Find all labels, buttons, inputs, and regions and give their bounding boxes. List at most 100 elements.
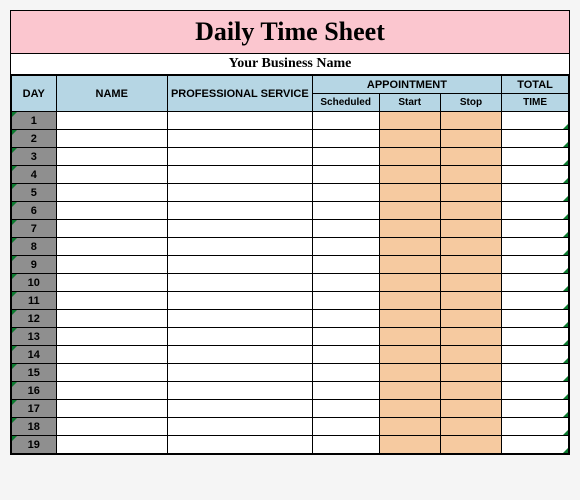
scheduled-cell[interactable] bbox=[312, 184, 379, 202]
professional-cell[interactable] bbox=[167, 328, 312, 346]
professional-cell[interactable] bbox=[167, 256, 312, 274]
professional-cell[interactable] bbox=[167, 238, 312, 256]
stop-cell[interactable] bbox=[440, 130, 501, 148]
start-cell[interactable] bbox=[379, 382, 440, 400]
start-cell[interactable] bbox=[379, 364, 440, 382]
stop-cell[interactable] bbox=[440, 436, 501, 454]
stop-cell[interactable] bbox=[440, 310, 501, 328]
start-cell[interactable] bbox=[379, 220, 440, 238]
stop-cell[interactable] bbox=[440, 238, 501, 256]
professional-cell[interactable] bbox=[167, 400, 312, 418]
start-cell[interactable] bbox=[379, 436, 440, 454]
start-cell[interactable] bbox=[379, 328, 440, 346]
stop-cell[interactable] bbox=[440, 148, 501, 166]
name-cell[interactable] bbox=[56, 400, 167, 418]
scheduled-cell[interactable] bbox=[312, 400, 379, 418]
stop-cell[interactable] bbox=[440, 400, 501, 418]
scheduled-cell[interactable] bbox=[312, 274, 379, 292]
professional-cell[interactable] bbox=[167, 130, 312, 148]
total-cell[interactable] bbox=[502, 436, 569, 454]
professional-cell[interactable] bbox=[167, 148, 312, 166]
stop-cell[interactable] bbox=[440, 256, 501, 274]
day-cell[interactable]: 4 bbox=[12, 166, 57, 184]
name-cell[interactable] bbox=[56, 256, 167, 274]
stop-cell[interactable] bbox=[440, 166, 501, 184]
professional-cell[interactable] bbox=[167, 346, 312, 364]
professional-cell[interactable] bbox=[167, 274, 312, 292]
name-cell[interactable] bbox=[56, 382, 167, 400]
name-cell[interactable] bbox=[56, 166, 167, 184]
start-cell[interactable] bbox=[379, 130, 440, 148]
name-cell[interactable] bbox=[56, 202, 167, 220]
scheduled-cell[interactable] bbox=[312, 382, 379, 400]
total-cell[interactable] bbox=[502, 328, 569, 346]
name-cell[interactable] bbox=[56, 364, 167, 382]
day-cell[interactable]: 7 bbox=[12, 220, 57, 238]
stop-cell[interactable] bbox=[440, 346, 501, 364]
total-cell[interactable] bbox=[502, 310, 569, 328]
stop-cell[interactable] bbox=[440, 112, 501, 130]
total-cell[interactable] bbox=[502, 400, 569, 418]
start-cell[interactable] bbox=[379, 238, 440, 256]
professional-cell[interactable] bbox=[167, 184, 312, 202]
scheduled-cell[interactable] bbox=[312, 328, 379, 346]
scheduled-cell[interactable] bbox=[312, 130, 379, 148]
scheduled-cell[interactable] bbox=[312, 292, 379, 310]
total-cell[interactable] bbox=[502, 292, 569, 310]
name-cell[interactable] bbox=[56, 274, 167, 292]
professional-cell[interactable] bbox=[167, 112, 312, 130]
stop-cell[interactable] bbox=[440, 418, 501, 436]
stop-cell[interactable] bbox=[440, 382, 501, 400]
scheduled-cell[interactable] bbox=[312, 166, 379, 184]
name-cell[interactable] bbox=[56, 418, 167, 436]
day-cell[interactable]: 5 bbox=[12, 184, 57, 202]
day-cell[interactable]: 13 bbox=[12, 328, 57, 346]
day-cell[interactable]: 3 bbox=[12, 148, 57, 166]
start-cell[interactable] bbox=[379, 148, 440, 166]
day-cell[interactable]: 10 bbox=[12, 274, 57, 292]
scheduled-cell[interactable] bbox=[312, 310, 379, 328]
stop-cell[interactable] bbox=[440, 364, 501, 382]
start-cell[interactable] bbox=[379, 400, 440, 418]
total-cell[interactable] bbox=[502, 112, 569, 130]
total-cell[interactable] bbox=[502, 346, 569, 364]
name-cell[interactable] bbox=[56, 148, 167, 166]
total-cell[interactable] bbox=[502, 220, 569, 238]
scheduled-cell[interactable] bbox=[312, 346, 379, 364]
name-cell[interactable] bbox=[56, 292, 167, 310]
start-cell[interactable] bbox=[379, 166, 440, 184]
total-cell[interactable] bbox=[502, 202, 569, 220]
day-cell[interactable]: 8 bbox=[12, 238, 57, 256]
professional-cell[interactable] bbox=[167, 220, 312, 238]
start-cell[interactable] bbox=[379, 310, 440, 328]
day-cell[interactable]: 1 bbox=[12, 112, 57, 130]
total-cell[interactable] bbox=[502, 256, 569, 274]
stop-cell[interactable] bbox=[440, 274, 501, 292]
stop-cell[interactable] bbox=[440, 220, 501, 238]
start-cell[interactable] bbox=[379, 202, 440, 220]
day-cell[interactable]: 2 bbox=[12, 130, 57, 148]
professional-cell[interactable] bbox=[167, 310, 312, 328]
scheduled-cell[interactable] bbox=[312, 112, 379, 130]
day-cell[interactable]: 12 bbox=[12, 310, 57, 328]
stop-cell[interactable] bbox=[440, 328, 501, 346]
total-cell[interactable] bbox=[502, 364, 569, 382]
day-cell[interactable]: 18 bbox=[12, 418, 57, 436]
scheduled-cell[interactable] bbox=[312, 220, 379, 238]
professional-cell[interactable] bbox=[167, 436, 312, 454]
stop-cell[interactable] bbox=[440, 202, 501, 220]
scheduled-cell[interactable] bbox=[312, 148, 379, 166]
day-cell[interactable]: 15 bbox=[12, 364, 57, 382]
scheduled-cell[interactable] bbox=[312, 418, 379, 436]
stop-cell[interactable] bbox=[440, 292, 501, 310]
name-cell[interactable] bbox=[56, 112, 167, 130]
scheduled-cell[interactable] bbox=[312, 364, 379, 382]
stop-cell[interactable] bbox=[440, 184, 501, 202]
scheduled-cell[interactable] bbox=[312, 238, 379, 256]
professional-cell[interactable] bbox=[167, 382, 312, 400]
total-cell[interactable] bbox=[502, 166, 569, 184]
total-cell[interactable] bbox=[502, 274, 569, 292]
scheduled-cell[interactable] bbox=[312, 202, 379, 220]
professional-cell[interactable] bbox=[167, 418, 312, 436]
day-cell[interactable]: 17 bbox=[12, 400, 57, 418]
